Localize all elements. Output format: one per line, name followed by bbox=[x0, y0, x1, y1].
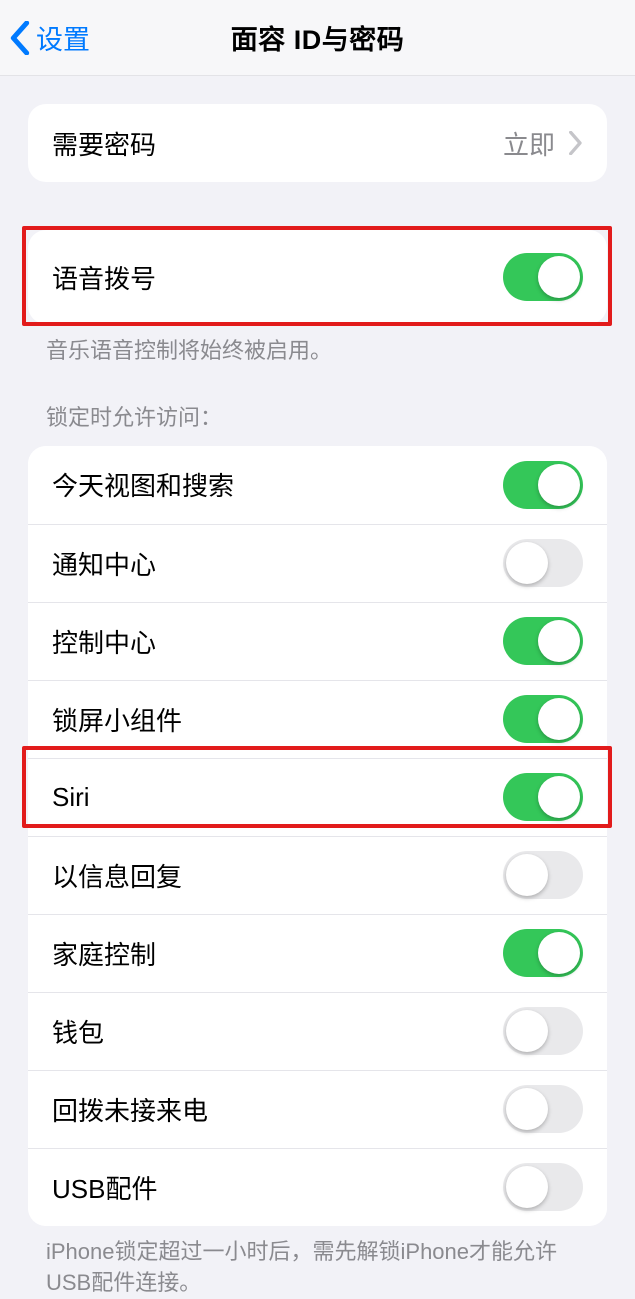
locked-access-row: USB配件 bbox=[28, 1148, 607, 1226]
locked-access-toggle[interactable] bbox=[503, 773, 583, 821]
locked-access-header: 锁定时允许访问： bbox=[46, 403, 589, 434]
back-button[interactable]: 设置 bbox=[10, 0, 90, 75]
locked-access-toggle[interactable] bbox=[503, 617, 583, 665]
locked-access-toggle[interactable] bbox=[503, 851, 583, 899]
locked-access-row: Siri bbox=[28, 758, 607, 836]
voice-dial-footer: 音乐语音控制将始终被启用。 bbox=[46, 336, 589, 367]
locked-access-toggle[interactable] bbox=[503, 1007, 583, 1055]
locked-access-label: Siri bbox=[52, 782, 90, 813]
locked-access-label: 今天视图和搜索 bbox=[52, 466, 234, 503]
locked-access-row: 控制中心 bbox=[28, 602, 607, 680]
locked-access-label: 通知中心 bbox=[52, 545, 156, 582]
back-label: 设置 bbox=[36, 18, 90, 57]
locked-access-label: 家庭控制 bbox=[52, 935, 156, 972]
locked-access-label: 钱包 bbox=[52, 1013, 104, 1050]
page-title: 面容 ID与密码 bbox=[231, 18, 405, 57]
locked-access-toggle[interactable] bbox=[503, 539, 583, 587]
require-passcode-card: 需要密码 立即 bbox=[28, 104, 607, 182]
require-passcode-row[interactable]: 需要密码 立即 bbox=[28, 104, 607, 182]
locked-access-label: 锁屏小组件 bbox=[52, 701, 182, 738]
locked-access-label: 控制中心 bbox=[52, 623, 156, 660]
locked-access-row: 今天视图和搜索 bbox=[28, 446, 607, 524]
locked-access-toggle[interactable] bbox=[503, 1085, 583, 1133]
navbar: 设置 面容 ID与密码 bbox=[0, 0, 635, 76]
locked-access-toggle[interactable] bbox=[503, 929, 583, 977]
voice-dial-row: 语音拨号 bbox=[28, 230, 607, 324]
locked-access-card: 今天视图和搜索通知中心控制中心锁屏小组件 Siri 以信息回复家庭控制钱包回拨未接来… bbox=[28, 446, 607, 1226]
chevron-left-icon bbox=[10, 21, 30, 55]
locked-access-toggle[interactable] bbox=[503, 461, 583, 509]
voice-dial-label: 语音拨号 bbox=[52, 259, 156, 296]
chevron-right-icon bbox=[569, 131, 583, 155]
require-passcode-value: 立即 bbox=[503, 125, 555, 162]
locked-access-label: 以信息回复 bbox=[52, 857, 182, 894]
locked-access-row: 钱包 bbox=[28, 992, 607, 1070]
locked-access-row: 锁屏小组件 bbox=[28, 680, 607, 758]
locked-access-row: 回拨未接来电 bbox=[28, 1070, 607, 1148]
voice-dial-toggle[interactable] bbox=[503, 253, 583, 301]
locked-access-label: 回拨未接来电 bbox=[52, 1091, 208, 1128]
locked-access-footer: iPhone锁定超过一小时后，需先解锁iPhone才能允许USB配件连接。 bbox=[46, 1236, 589, 1299]
require-passcode-label: 需要密码 bbox=[52, 125, 156, 162]
locked-access-toggle[interactable] bbox=[503, 695, 583, 743]
locked-access-toggle[interactable] bbox=[503, 1163, 583, 1211]
locked-access-row: 家庭控制 bbox=[28, 914, 607, 992]
locked-access-row: 以信息回复 bbox=[28, 836, 607, 914]
locked-access-row: 通知中心 bbox=[28, 524, 607, 602]
locked-access-label: USB配件 bbox=[52, 1169, 157, 1206]
voice-dial-card: 语音拨号 bbox=[28, 230, 607, 324]
